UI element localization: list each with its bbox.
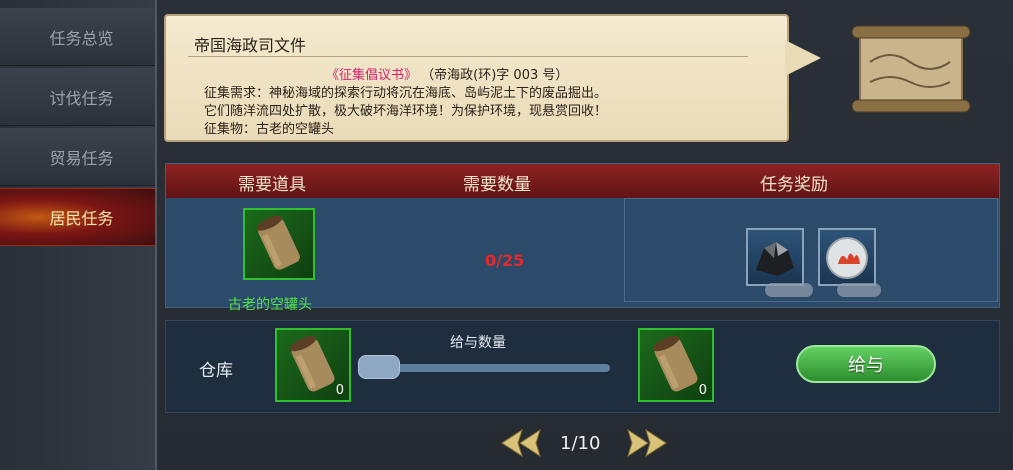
sidebar-item-label: 任务总览 (49, 28, 114, 48)
notice-line: 征集需求：神秘海域的探索行动将沉在海底、岛屿泥土下的废品掘出。 (204, 86, 608, 101)
notice-book-name: 《征集倡议书》 (326, 68, 418, 83)
sidebar-item-label: 居民任务 (49, 209, 114, 228)
required-item-slot[interactable] (243, 208, 315, 280)
give-quantity: 0 (698, 383, 707, 398)
give-amount-label: 给与数量 (450, 335, 506, 351)
warehouse-item-slot[interactable]: 0 (275, 328, 351, 402)
amount-slider-track[interactable] (376, 364, 610, 372)
reward-slot[interactable] (818, 228, 876, 286)
page-indicator: 1/10 (560, 433, 601, 454)
reward-slot[interactable] (746, 228, 804, 286)
sidebar-item-trade[interactable]: 贸易任务 (0, 128, 155, 186)
notice-line: 它们随洋流四处扩散，极大破坏海洋环境！为保护环境，现悬赏回收！ (204, 104, 608, 119)
required-item-name: 古老的空罐头 (228, 297, 312, 313)
header-required-item: 需要道具 (238, 175, 306, 195)
amount-slider-handle[interactable] (358, 355, 400, 379)
warehouse-quantity: 0 (335, 383, 344, 398)
requirement-header: 需要道具 需要数量 任务奖励 (166, 164, 999, 198)
notice-title: 帝国海政司文件 (194, 36, 307, 55)
sidebar-item-label: 贸易任务 (49, 148, 114, 168)
rusty-can-icon (256, 215, 300, 270)
required-count: 0/25 (485, 251, 525, 270)
sidebar-item-overview[interactable]: 任务总览 (0, 8, 155, 66)
coal-ore-icon (756, 242, 794, 276)
scroll-icon (851, 25, 971, 113)
sidebar: 任务总览 讨伐任务 贸易任务 居民任务 (0, 0, 155, 470)
notice-heading: 《征集倡议书》 （帝海政(环)字 003 号） (326, 64, 568, 83)
header-required-quantity: 需要数量 (463, 175, 531, 195)
notice-panel: 帝国海政司文件 《征集倡议书》 （帝海政(环)字 003 号） 征集需求：神秘海… (164, 14, 789, 142)
sidebar-item-conquest[interactable]: 讨伐任务 (0, 68, 155, 126)
notice-doc-number: （帝海政(环)字 003 号） (421, 68, 569, 83)
reward-amount-hidden (837, 283, 881, 297)
notice-line: 征集物：古老的空罐头 (204, 122, 335, 137)
sidebar-item-resident[interactable]: 居民任务 (0, 188, 155, 246)
warehouse-label: 仓库 (199, 361, 233, 381)
give-button[interactable]: 给与 (796, 345, 936, 383)
coral-dish-icon (826, 237, 868, 279)
sidebar-item-label: 讨伐任务 (49, 88, 114, 108)
divider (188, 56, 748, 57)
prev-page-arrow-icon[interactable] (500, 428, 544, 458)
reward-amount-hidden (765, 283, 813, 297)
header-task-reward: 任务奖励 (760, 175, 828, 195)
give-item-slot[interactable]: 0 (638, 328, 714, 402)
next-page-arrow-icon[interactable] (624, 428, 668, 458)
bubble-tail (785, 40, 821, 76)
